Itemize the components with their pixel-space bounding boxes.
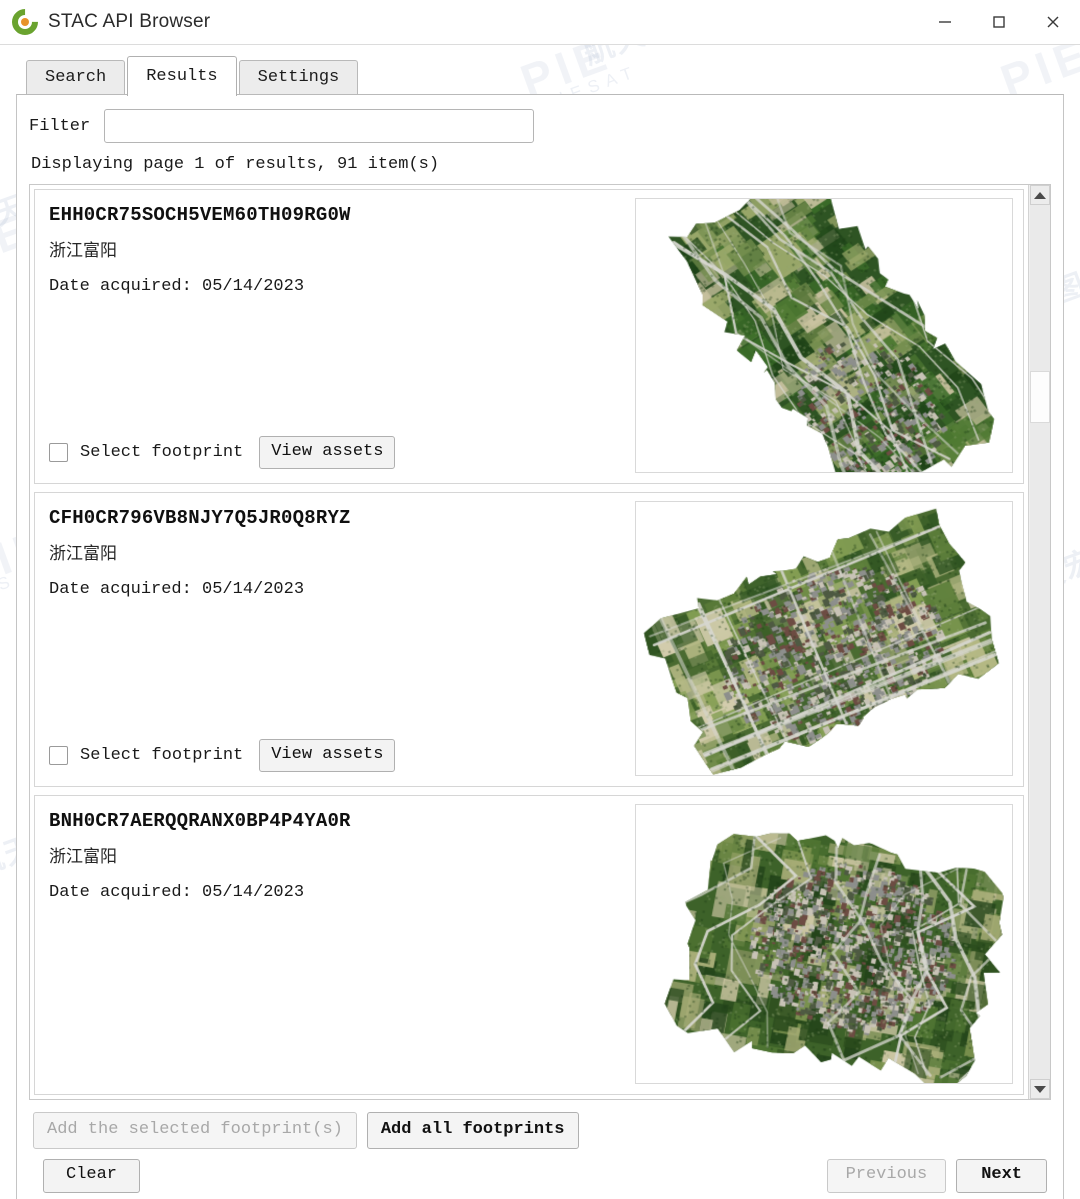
view-assets-button[interactable]: View assets — [259, 435, 396, 469]
result-item[interactable]: CFH0CR796VB8NJY7Q5JR0Q8RYZ 浙江富阳 Date acq… — [34, 492, 1024, 787]
result-item-place: 浙江富阳 — [49, 543, 117, 563]
title-bar: STAC API Browser — [0, 0, 1080, 44]
tab-bar: Search Results Settings — [16, 55, 1064, 96]
result-item-date: Date acquired: 05/14/2023 — [49, 579, 305, 599]
select-footprint-label: Select footprint — [80, 745, 244, 765]
scrollbar-thumb[interactable] — [1029, 371, 1050, 424]
title-separator — [0, 44, 1080, 45]
result-item-info: CFH0CR796VB8NJY7Q5JR0Q8RYZ 浙江富阳 Date acq… — [35, 493, 635, 786]
add-selected-footprints-button[interactable]: Add the selected footprint(s) — [33, 1112, 357, 1150]
result-item-info: BNH0CR7AERQQRANX0BP4P4YA0R 浙江富阳 Date acq… — [35, 796, 635, 1094]
filter-row: Filter — [29, 109, 1051, 143]
add-all-footprints-button[interactable]: Add all footprints — [366, 1112, 579, 1150]
results-scroll-area: EHH0CR75SOCH5VEM60TH09RG0W 浙江富阳 Date acq… — [29, 184, 1051, 1100]
result-item[interactable]: BNH0CR7AERQQRANX0BP4P4YA0R 浙江富阳 Date acq… — [34, 795, 1024, 1095]
scroll-down-icon[interactable] — [1029, 1079, 1050, 1099]
tab-settings[interactable]: Settings — [238, 59, 359, 95]
footer-add-row: Add the selected footprint(s) Add all fo… — [29, 1100, 1051, 1157]
view-assets-button[interactable]: View assets — [259, 738, 396, 772]
results-status-text: Displaying page 1 of results, 91 item(s) — [31, 155, 440, 174]
tab-results[interactable]: Results — [127, 55, 237, 96]
result-item-date: Date acquired: 05/14/2023 — [49, 882, 305, 902]
scroll-up-icon[interactable] — [1029, 185, 1050, 205]
result-item-thumbnail[interactable] — [635, 501, 1013, 776]
filter-input[interactable] — [104, 109, 535, 143]
select-footprint-checkbox[interactable] — [49, 442, 68, 462]
result-item-place: 浙江富阳 — [49, 846, 117, 866]
previous-page-button[interactable]: Previous — [826, 1159, 947, 1193]
results-list: EHH0CR75SOCH5VEM60TH09RG0W 浙江富阳 Date acq… — [30, 185, 1028, 1099]
select-footprint-label: Select footprint — [80, 442, 244, 462]
result-item[interactable]: EHH0CR75SOCH5VEM60TH09RG0W 浙江富阳 Date acq… — [34, 189, 1024, 484]
tab-search[interactable]: Search — [26, 59, 126, 95]
window-title: STAC API Browser — [48, 11, 211, 32]
maximize-icon[interactable] — [972, 0, 1026, 44]
results-vertical-scrollbar[interactable] — [1028, 185, 1050, 1099]
result-item-id: BNH0CR7AERQQRANX0BP4P4YA0R — [49, 810, 351, 832]
result-item-id: EHH0CR75SOCH5VEM60TH09RG0W — [49, 204, 351, 226]
minimize-icon[interactable] — [918, 0, 972, 44]
scrollbar-track[interactable] — [1029, 205, 1050, 1079]
clear-button[interactable]: Clear — [43, 1159, 141, 1193]
result-item-actions: Select footprint View assets — [49, 435, 635, 473]
results-tab-panel: Filter Displaying page 1 of results, 91 … — [16, 94, 1064, 1199]
result-item-thumbnail[interactable] — [635, 804, 1013, 1084]
qgis-logo-icon — [6, 3, 44, 41]
window-controls — [918, 0, 1080, 44]
close-icon[interactable] — [1026, 0, 1080, 44]
result-item-thumbnail[interactable] — [635, 198, 1013, 473]
stac-browser-dialog: Search Results Settings Filter Displayin… — [0, 45, 1080, 1199]
result-item-place: 浙江富阳 — [49, 240, 117, 260]
result-item-id: CFH0CR796VB8NJY7Q5JR0Q8RYZ — [49, 507, 351, 529]
result-item-date: Date acquired: 05/14/2023 — [49, 276, 305, 296]
result-item-actions: Select footprint View assets — [49, 738, 635, 776]
select-footprint-checkbox[interactable] — [49, 745, 68, 765]
next-page-button[interactable]: Next — [956, 1159, 1047, 1193]
footer-nav-row: Clear Previous Next — [29, 1157, 1051, 1196]
result-item-info: EHH0CR75SOCH5VEM60TH09RG0W 浙江富阳 Date acq… — [35, 190, 635, 483]
filter-label: Filter — [29, 116, 91, 136]
